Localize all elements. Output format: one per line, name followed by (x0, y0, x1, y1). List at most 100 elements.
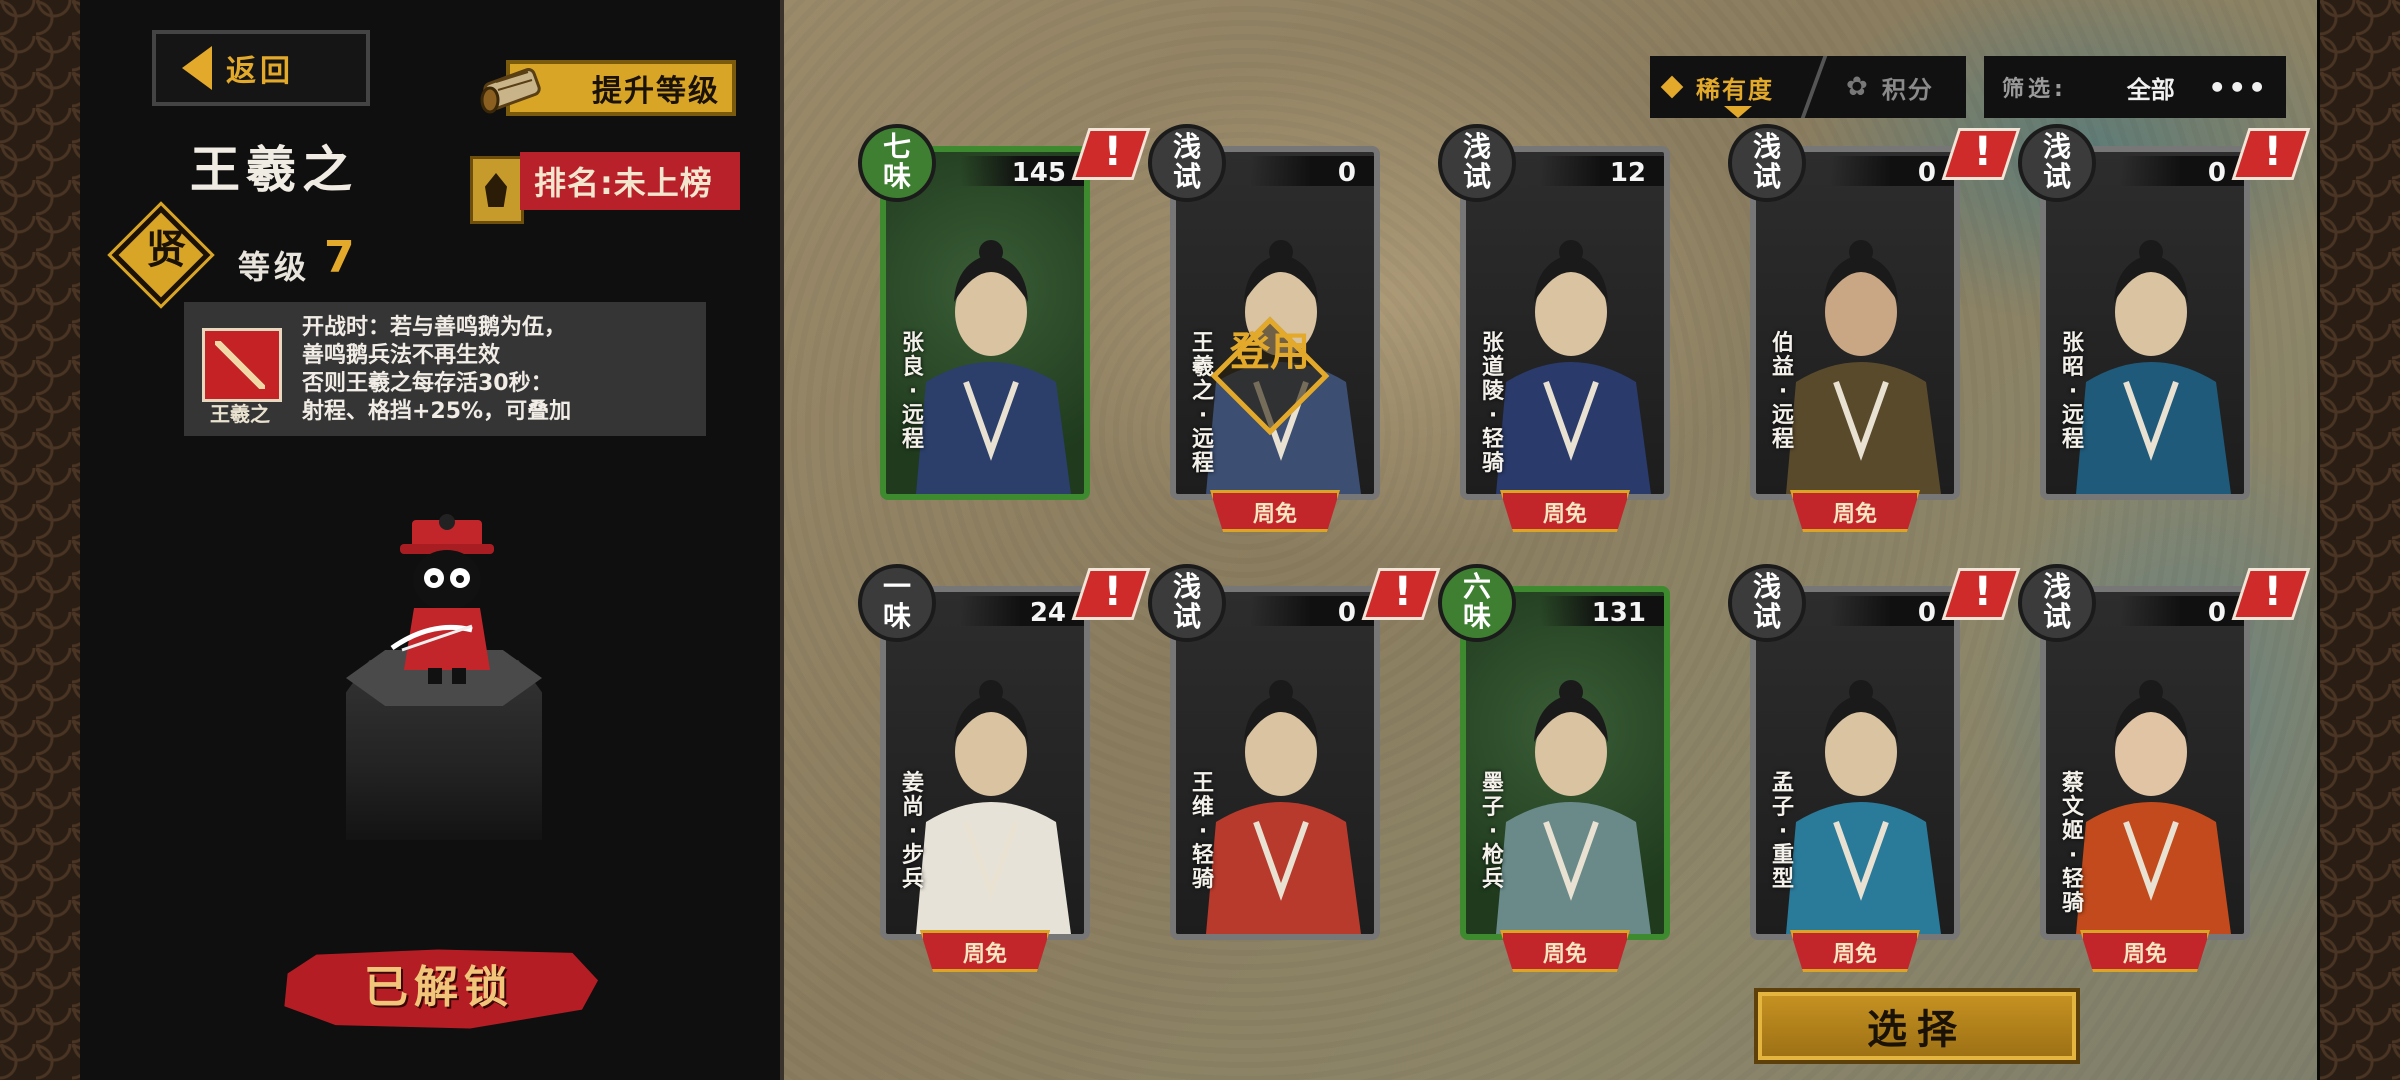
free-week-label: 周免 (1832, 942, 1877, 967)
free-week-label: 周免 (1542, 502, 1587, 527)
upgrade-label: 提升等级 (592, 74, 720, 109)
flower-icon: ✿ (1846, 72, 1868, 102)
more-options-icon[interactable]: ••• (2208, 71, 2268, 104)
back-label: 返回 (226, 54, 294, 89)
scroll-icon (480, 68, 541, 114)
card-hero-name: 张道陵·轻骑 (1481, 331, 1504, 476)
card-tier-label: 浅试 (1172, 570, 1215, 633)
stamp-label: 登用 (1230, 329, 1310, 375)
free-week-label: 周免 (1542, 942, 1587, 967)
level-label: 等级 (238, 248, 311, 286)
diamond-icon (1660, 75, 1684, 99)
card-tier-badge: 浅试 (1148, 124, 1226, 202)
card-count: 0 (1917, 598, 1936, 628)
hero-card[interactable]: 12 张道陵·轻骑 浅试 周免 (1438, 124, 1670, 532)
sort-tab-points[interactable]: ✿ 积分 (1800, 56, 1978, 118)
card-tier-label: 六味 (1462, 570, 1505, 633)
card-hero-name: 张昭·远程 (2061, 331, 2084, 452)
hero-card[interactable]: 0 王羲之·远程 浅试 周免 登用 (1148, 124, 1380, 532)
free-week-label: 周免 (962, 942, 1007, 967)
deployed-stamp: 登用 (1210, 316, 1330, 436)
card-tier-badge: 六味 (1438, 564, 1516, 642)
card-count: 0 (1337, 598, 1356, 628)
hero-chibi-figure (390, 514, 494, 684)
level-value: 7 (324, 232, 355, 283)
hero-card[interactable]: 0 伯益·远程 浅试 周免 (1728, 124, 2021, 532)
skill-line: 否则王羲之每存活30秒： (302, 371, 553, 396)
hero-portrait (1496, 680, 1651, 934)
right-decorative-border (2317, 0, 2400, 1080)
card-count: 12 (1609, 158, 1646, 188)
hero-card[interactable]: 0 张昭·远程 浅试 (2018, 124, 2311, 500)
card-hero-name: 张良·远程 (901, 331, 924, 452)
card-tier-label: 浅试 (1752, 570, 1795, 633)
hero-name: 王羲之 (190, 140, 358, 199)
card-tier-label: 浅试 (1752, 130, 1795, 193)
hero-portrait (1206, 680, 1361, 934)
rank-badge: 排名:未上榜 (520, 152, 740, 210)
skill-line: 射程、格挡+25%，可叠加 (302, 399, 572, 424)
card-count: 24 (1029, 598, 1066, 628)
card-tier-label: 七味 (882, 130, 925, 193)
hero-card[interactable]: 0 蔡文姬·轻骑 浅试 周免 (2018, 564, 2311, 972)
card-tier-badge: 浅试 (1728, 564, 1806, 642)
left-decorative-border (0, 0, 83, 1080)
card-hero-name: 王维·轻骑 (1191, 771, 1214, 892)
skill-line: 开战时：若与善鸣鹅为伍， (302, 315, 567, 340)
hero-portrait (1786, 240, 1941, 494)
skill-description-box: 王羲之 开战时：若与善鸣鹅为伍， 善鸣鹅兵法不再生效 否则王羲之每存活30秒： … (184, 302, 706, 436)
caret-down-icon (1724, 106, 1752, 118)
hero-portrait (2076, 240, 2231, 494)
rarity-char: 贤 (146, 227, 186, 273)
sort-points-label: 积分 (1881, 75, 1934, 104)
hero-card[interactable]: 131 墨子·枪兵 六味 周免 (1438, 564, 1670, 972)
card-count: 0 (2207, 158, 2226, 188)
card-tier-badge: 浅试 (1438, 124, 1516, 202)
hero-portrait (1786, 680, 1941, 934)
card-tier-label: 浅试 (1462, 130, 1505, 193)
hero-card[interactable]: 145 张良·远程 七味 (858, 124, 1151, 500)
card-tier-badge: 浅试 (2018, 124, 2096, 202)
card-count: 0 (1917, 158, 1936, 188)
card-tier-badge: 七味 (858, 124, 936, 202)
card-hero-name: 蔡文姬·轻骑 (2061, 771, 2084, 916)
skill-icon-label: 王羲之 (210, 402, 270, 426)
hero-detail-panel: 返回 提升等级 王羲之 排名:未上榜 贤 等级 7 王羲之 开战时：若与善鸣鹅为… (80, 0, 784, 1080)
upgrade-level-button[interactable]: 提升等级 (480, 60, 736, 116)
card-hero-name: 孟子·重型 (1771, 771, 1794, 892)
hero-portrait (916, 680, 1071, 934)
card-hero-name: 姜尚·步兵 (901, 771, 924, 892)
rank-icon (470, 156, 524, 224)
free-week-label: 周免 (1252, 502, 1297, 527)
rank-label: 排名:未上榜 (534, 164, 713, 202)
card-tier-badge: 浅试 (1148, 564, 1226, 642)
card-count: 0 (1337, 158, 1356, 188)
card-tier-label: 浅试 (1172, 130, 1215, 193)
card-tier-label: 浅试 (2042, 130, 2085, 193)
card-count: 131 (1591, 598, 1646, 628)
back-button[interactable]: 返回 (152, 30, 370, 106)
sort-tabs: 稀有度 ✿ 积分 (1650, 56, 1978, 118)
chevron-left-icon (182, 46, 212, 90)
filter-label: 筛选: (2002, 77, 2067, 102)
hero-portrait (2076, 680, 2231, 934)
card-tier-badge: 一味 (858, 564, 936, 642)
bow-arrow-skill-icon (202, 328, 282, 402)
select-button[interactable]: 选择 (1754, 988, 2080, 1064)
card-hero-name: 墨子·枪兵 (1481, 771, 1504, 892)
hero-card[interactable]: 0 孟子·重型 浅试 周免 (1728, 564, 2021, 972)
filter-dropdown[interactable]: 筛选: 全部 ••• (1984, 56, 2286, 118)
card-count: 0 (2207, 598, 2226, 628)
hero-card[interactable]: 0 王维·轻骑 浅试 (1148, 564, 1441, 940)
sort-rarity-label: 稀有度 (1696, 75, 1774, 104)
card-tier-label: 一味 (882, 570, 925, 633)
card-count: 145 (1011, 158, 1066, 188)
sort-tab-rarity[interactable]: 稀有度 (1650, 56, 1812, 118)
card-tier-badge: 浅试 (2018, 564, 2096, 642)
filter-value: 全部 (2126, 75, 2175, 104)
hero-portrait (916, 240, 1071, 494)
hero-card[interactable]: 24 姜尚·步兵 一味 周免 (858, 564, 1151, 972)
card-hero-name: 伯益·远程 (1771, 331, 1794, 452)
hero-portrait (1496, 240, 1651, 494)
unlocked-status: 已解锁 (364, 962, 514, 1013)
